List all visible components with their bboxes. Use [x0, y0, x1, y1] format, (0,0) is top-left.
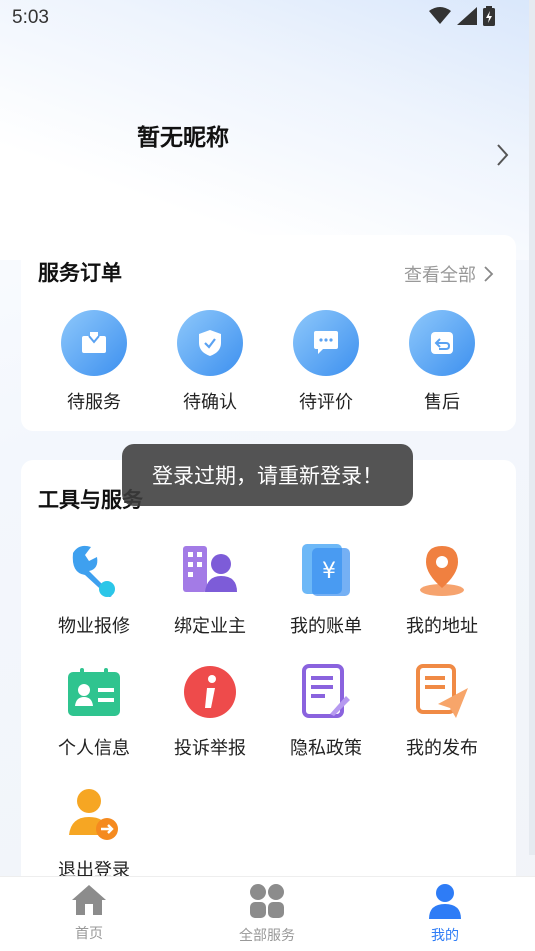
wifi-icon: [429, 7, 451, 24]
order-label: 售后: [424, 392, 460, 413]
order-after-sales[interactable]: 售后: [384, 310, 500, 414]
view-all-label: 查看全部: [404, 265, 476, 286]
return-icon: [409, 310, 475, 376]
tool-bind-owner[interactable]: 绑定业主: [152, 540, 268, 638]
service-orders-title: 服务订单: [38, 261, 122, 285]
home-icon: [72, 885, 106, 915]
tool-label: 绑定业主: [174, 616, 246, 637]
tool-label: 投诉举报: [174, 738, 246, 759]
scrollbar-track[interactable]: [529, 0, 535, 855]
tool-personal-info[interactable]: 个人信息: [36, 662, 152, 760]
tab-home-label: 首页: [75, 926, 103, 942]
tab-all-services-label: 全部服务: [239, 928, 295, 944]
order-label: 待服务: [67, 392, 121, 413]
tool-logout[interactable]: 退出登录: [36, 784, 152, 882]
order-pending-confirm[interactable]: 待确认: [152, 310, 268, 414]
tab-mine[interactable]: 我的: [385, 883, 505, 945]
tool-label: 个人信息: [58, 738, 130, 759]
profile-nickname[interactable]: 暂无昵称: [137, 118, 229, 152]
tool-label: 我的账单: [290, 616, 362, 637]
location-pin-icon: [412, 540, 472, 600]
tool-bill[interactable]: ¥ 我的账单: [268, 540, 384, 638]
building-person-icon: [180, 540, 240, 600]
order-pending-review[interactable]: 待评价: [268, 310, 384, 414]
tab-home[interactable]: 首页: [29, 883, 149, 943]
tool-label: 我的地址: [406, 616, 478, 637]
order-label: 待确认: [183, 392, 237, 413]
service-orders-card: 服务订单 查看全部 待服务 待确认 待评价 售后: [21, 235, 516, 431]
shield-check-icon: [177, 310, 243, 376]
tool-complaint[interactable]: 投诉举报: [152, 662, 268, 760]
view-all-link[interactable]: 查看全部: [404, 261, 494, 287]
svg-text:¥: ¥: [322, 559, 336, 584]
order-pending-service[interactable]: 待服务: [36, 310, 152, 414]
tools-services-card: 工具与服务 物业报修 绑定业主 ¥ 我的账单 我的地址 个人信息 投诉举报 隐私…: [21, 460, 516, 890]
tool-label: 物业报修: [58, 616, 130, 637]
tool-label: 我的发布: [406, 738, 478, 759]
chat-bubble-icon: [293, 310, 359, 376]
bottom-tab-bar: 首页 全部服务 我的: [0, 876, 535, 951]
bill-icon: ¥: [296, 540, 356, 600]
info-icon: [180, 662, 240, 722]
order-label: 待评价: [299, 392, 353, 413]
tool-label: 隐私政策: [290, 738, 362, 759]
tool-address[interactable]: 我的地址: [384, 540, 500, 638]
tool-my-posts[interactable]: 我的发布: [384, 662, 500, 760]
paper-plane-icon: [412, 662, 472, 722]
battery-icon: [483, 6, 495, 26]
briefcase-icon: [61, 310, 127, 376]
status-icons: [429, 6, 495, 26]
id-card-icon: [64, 662, 124, 722]
grid-icon: [250, 884, 284, 918]
tool-repair[interactable]: 物业报修: [36, 540, 152, 638]
tool-privacy-policy[interactable]: 隐私政策: [268, 662, 384, 760]
signal-icon: [457, 7, 477, 25]
wrench-icon: [64, 540, 124, 600]
status-time: 5:03: [12, 7, 49, 28]
chevron-right-icon[interactable]: [492, 142, 512, 168]
profile-header-background: [0, 0, 535, 260]
chevron-right-icon: [484, 266, 494, 282]
tab-all-services[interactable]: 全部服务: [207, 883, 327, 945]
toast-message: 登录过期，请重新登录！: [122, 444, 413, 506]
status-bar: 5:03: [0, 0, 535, 36]
logout-person-icon: [64, 784, 124, 844]
tab-mine-label: 我的: [431, 928, 459, 944]
screen: 5:03 暂无昵称 服务订单 查看全部 待服务 待确认 待评价 售后 工具与服务…: [0, 0, 535, 951]
person-icon: [429, 884, 461, 919]
document-edit-icon: [296, 662, 356, 722]
